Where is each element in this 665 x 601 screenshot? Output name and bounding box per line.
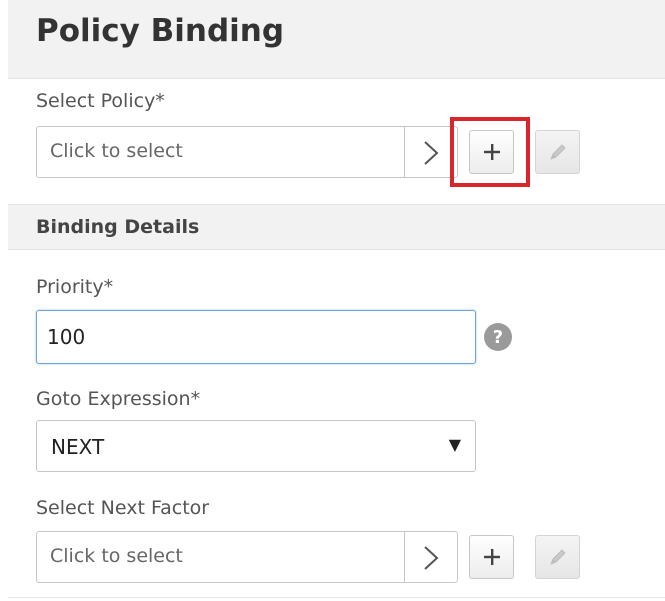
select-next-factor-open-button[interactable]: [404, 532, 457, 582]
caret-down-icon: ▼: [448, 435, 461, 454]
pencil-icon: [549, 144, 566, 160]
select-policy-placeholder: Click to select: [50, 140, 183, 162]
add-next-factor-button[interactable]: [469, 535, 514, 579]
question-icon[interactable]: ?: [483, 322, 513, 352]
priority-label: Priority*: [36, 276, 114, 298]
policy-binding-panel: Policy Binding Select Policy* Click to s…: [0, 0, 665, 601]
priority-input[interactable]: 100: [36, 310, 476, 364]
select-next-factor-field[interactable]: Click to select: [36, 531, 458, 583]
add-button-highlight: [450, 117, 530, 187]
pencil-icon: [549, 549, 566, 565]
chevron-right-icon: [424, 141, 439, 165]
chevron-right-icon: [424, 546, 439, 570]
plus-icon: [483, 549, 500, 565]
goto-expression-select[interactable]: NEXT ▼: [36, 420, 476, 472]
binding-details-title: Binding Details: [36, 216, 200, 238]
divider: [8, 597, 665, 598]
select-next-factor-label: Select Next Factor: [36, 497, 210, 519]
edit-policy-button[interactable]: [535, 130, 580, 174]
header: Policy Binding: [8, 0, 665, 79]
binding-details-section: Binding Details: [8, 204, 665, 250]
select-policy-label: Select Policy*: [36, 90, 165, 112]
edit-next-factor-button[interactable]: [535, 535, 580, 579]
svg-text:?: ?: [493, 327, 503, 348]
goto-expression-label: Goto Expression*: [36, 388, 201, 410]
priority-value: 100: [47, 325, 86, 349]
select-next-factor-placeholder: Click to select: [50, 545, 183, 567]
page-title: Policy Binding: [36, 13, 285, 49]
goto-expression-value: NEXT: [51, 435, 105, 459]
select-policy-field[interactable]: Click to select: [36, 126, 458, 178]
